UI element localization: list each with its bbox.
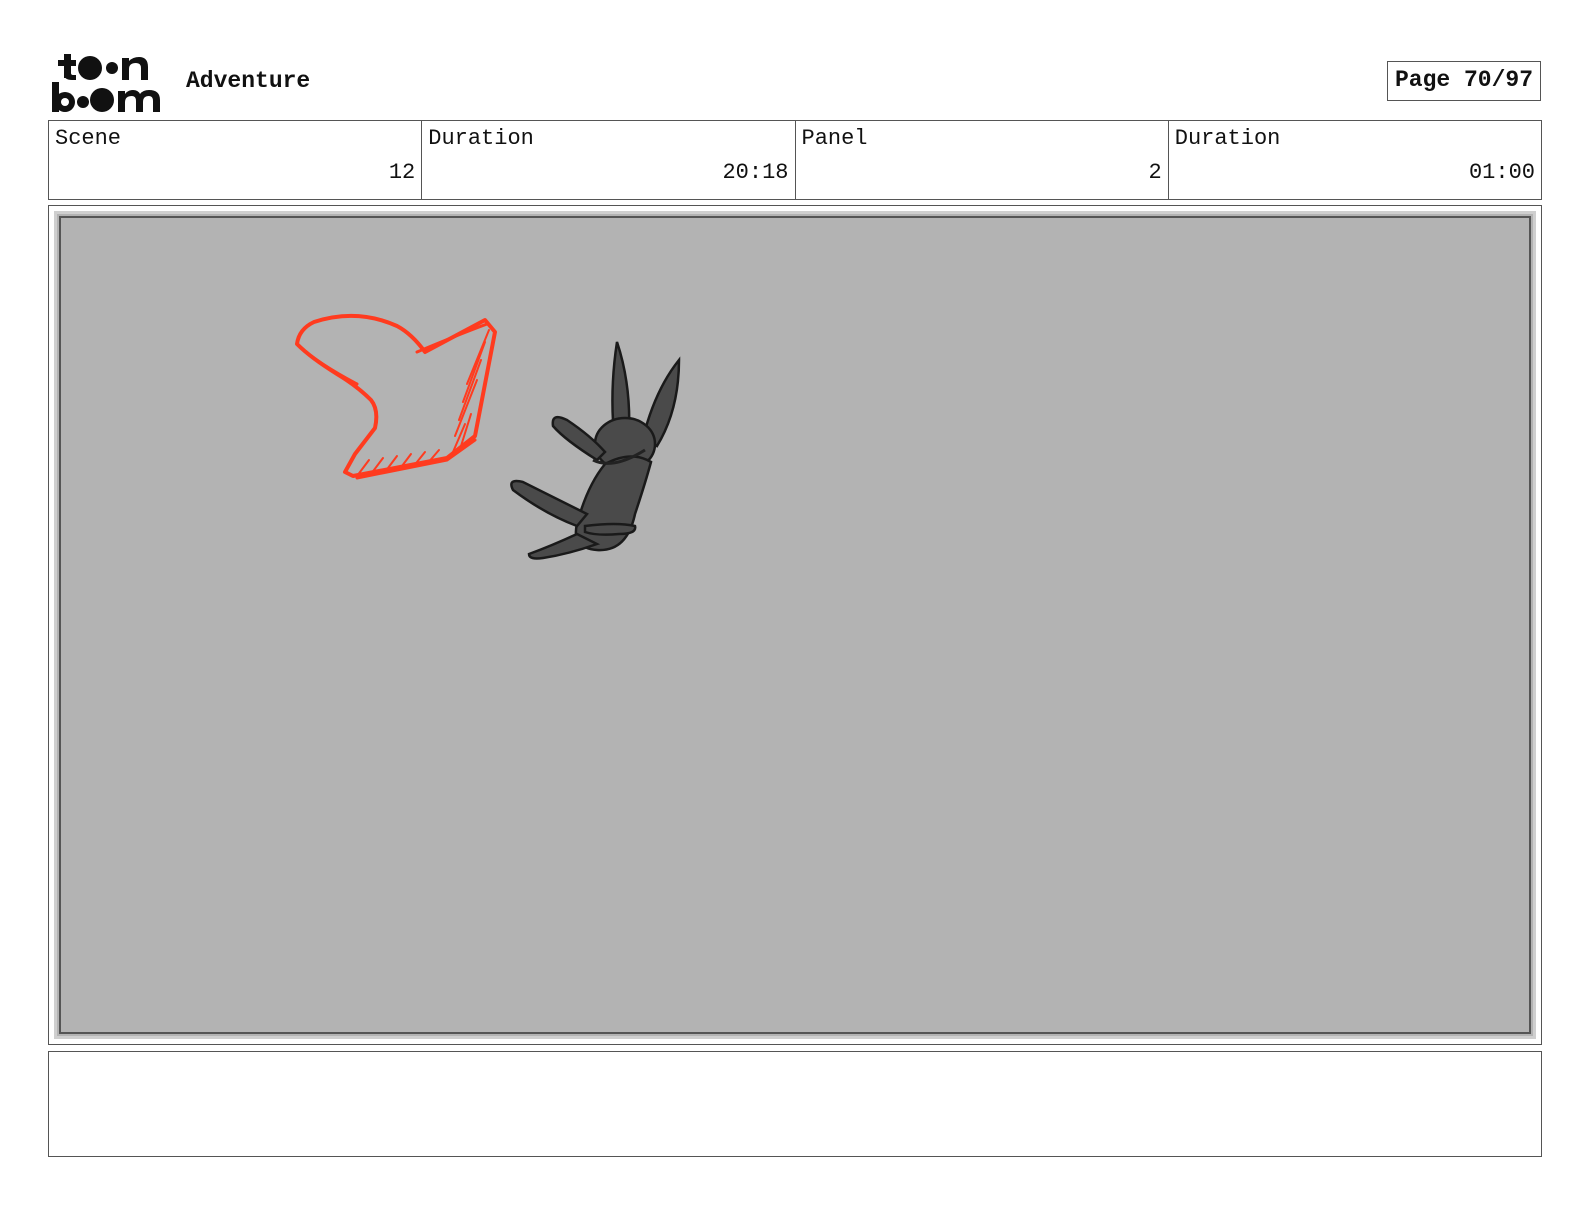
panel-duration-value: 01:00 <box>1468 160 1535 185</box>
panel-cell: Panel 2 <box>796 121 1169 199</box>
project-title: Adventure <box>186 68 311 94</box>
storyboard-panel-frame <box>48 205 1542 1045</box>
toon-boom-logo <box>52 54 160 112</box>
panel-value: 2 <box>1148 160 1162 185</box>
scene-cell: Scene 12 <box>49 121 423 199</box>
scene-duration-cell: Duration 20:18 <box>422 121 796 199</box>
panel-drawing <box>295 313 681 560</box>
scene-info-table: Scene 12 Duration 20:18 Panel 2 Duration… <box>48 120 1542 200</box>
arrow-sketch-icon <box>295 313 497 480</box>
storyboard-panel-image[interactable] <box>54 211 1536 1039</box>
panel-duration-cell: Duration 01:00 <box>1169 121 1541 199</box>
panel-label: Panel <box>801 126 868 151</box>
page-indicator: Page 70/97 <box>1387 61 1541 101</box>
scene-duration-label: Duration <box>428 126 534 151</box>
panel-duration-label: Duration <box>1174 126 1281 151</box>
scene-value: 12 <box>388 160 416 185</box>
rabbit-silhouette-icon <box>510 341 681 560</box>
scene-duration-value: 20:18 <box>722 160 789 185</box>
panel-notes-box[interactable] <box>48 1051 1542 1157</box>
scene-label: Scene <box>55 126 122 151</box>
